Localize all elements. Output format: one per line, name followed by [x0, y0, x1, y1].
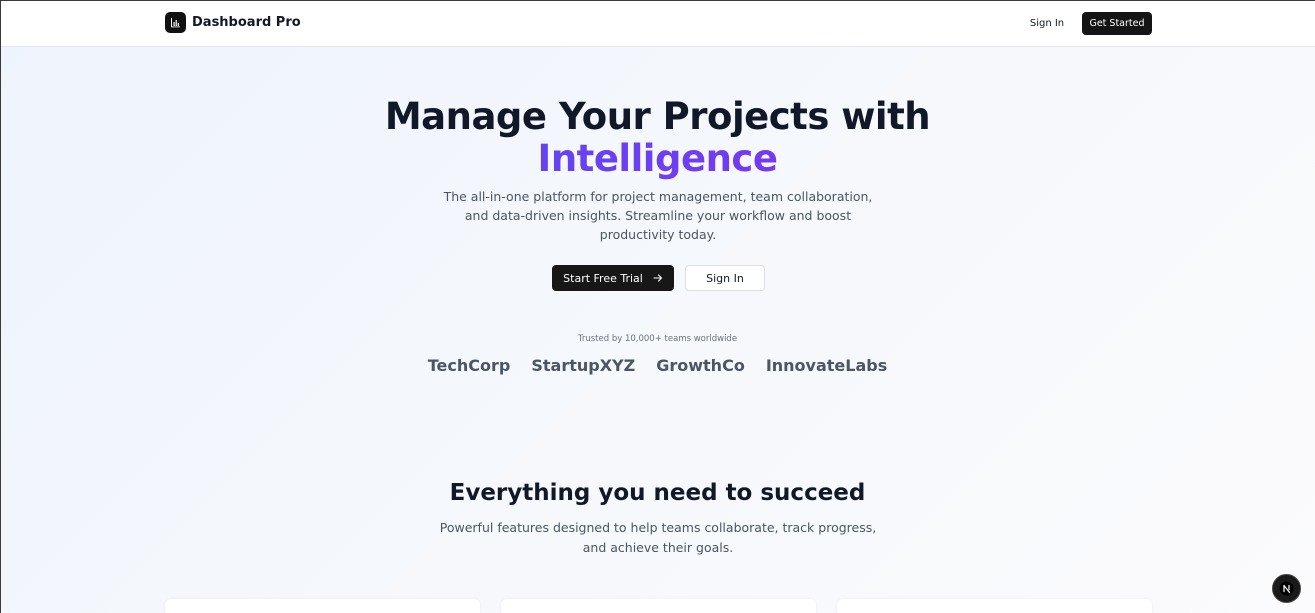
hero-subtitle: The all-in-one platform for project mana… [443, 189, 873, 242]
sign-in-link[interactable]: Sign In [1022, 12, 1072, 35]
feature-card [165, 599, 480, 613]
brand[interactable]: Dashboard Pro [165, 12, 301, 33]
features-title: Everything you need to succeed [449, 480, 866, 506]
feature-card [501, 599, 816, 613]
bar-chart-icon [165, 12, 186, 33]
hero-title-line1: Manage Your Projects with [384, 95, 931, 138]
customer-logos: TechCorp StartupXYZ GrowthCo InnovateLab… [0, 356, 1315, 375]
brand-name: Dashboard Pro [192, 15, 301, 30]
customer-logo: StartupXYZ [531, 356, 636, 375]
feature-card [837, 599, 1152, 613]
hero-title-highlight: Intelligence [0, 138, 1315, 180]
trusted-by-text: Trusted by 10,000+ teams worldwide [577, 334, 738, 344]
hero-sign-in-button[interactable]: Sign In [685, 265, 765, 291]
get-started-button[interactable]: Get Started [1082, 12, 1152, 35]
top-navbar: Dashboard Pro Sign In Get Started [0, 0, 1315, 47]
customer-logo: GrowthCo [656, 356, 745, 375]
customer-logo: InnovateLabs [765, 356, 888, 375]
arrow-right-icon [653, 274, 662, 282]
customer-logo: TechCorp [427, 356, 511, 375]
start-free-trial-label: Start Free Trial [563, 271, 643, 285]
hero-title: Manage Your Projects with Intelligence [0, 96, 1315, 180]
features-subtitle: Powerful features designed to help teams… [439, 520, 877, 555]
nextjs-icon[interactable] [1272, 574, 1301, 603]
start-free-trial-button[interactable]: Start Free Trial [552, 265, 674, 291]
